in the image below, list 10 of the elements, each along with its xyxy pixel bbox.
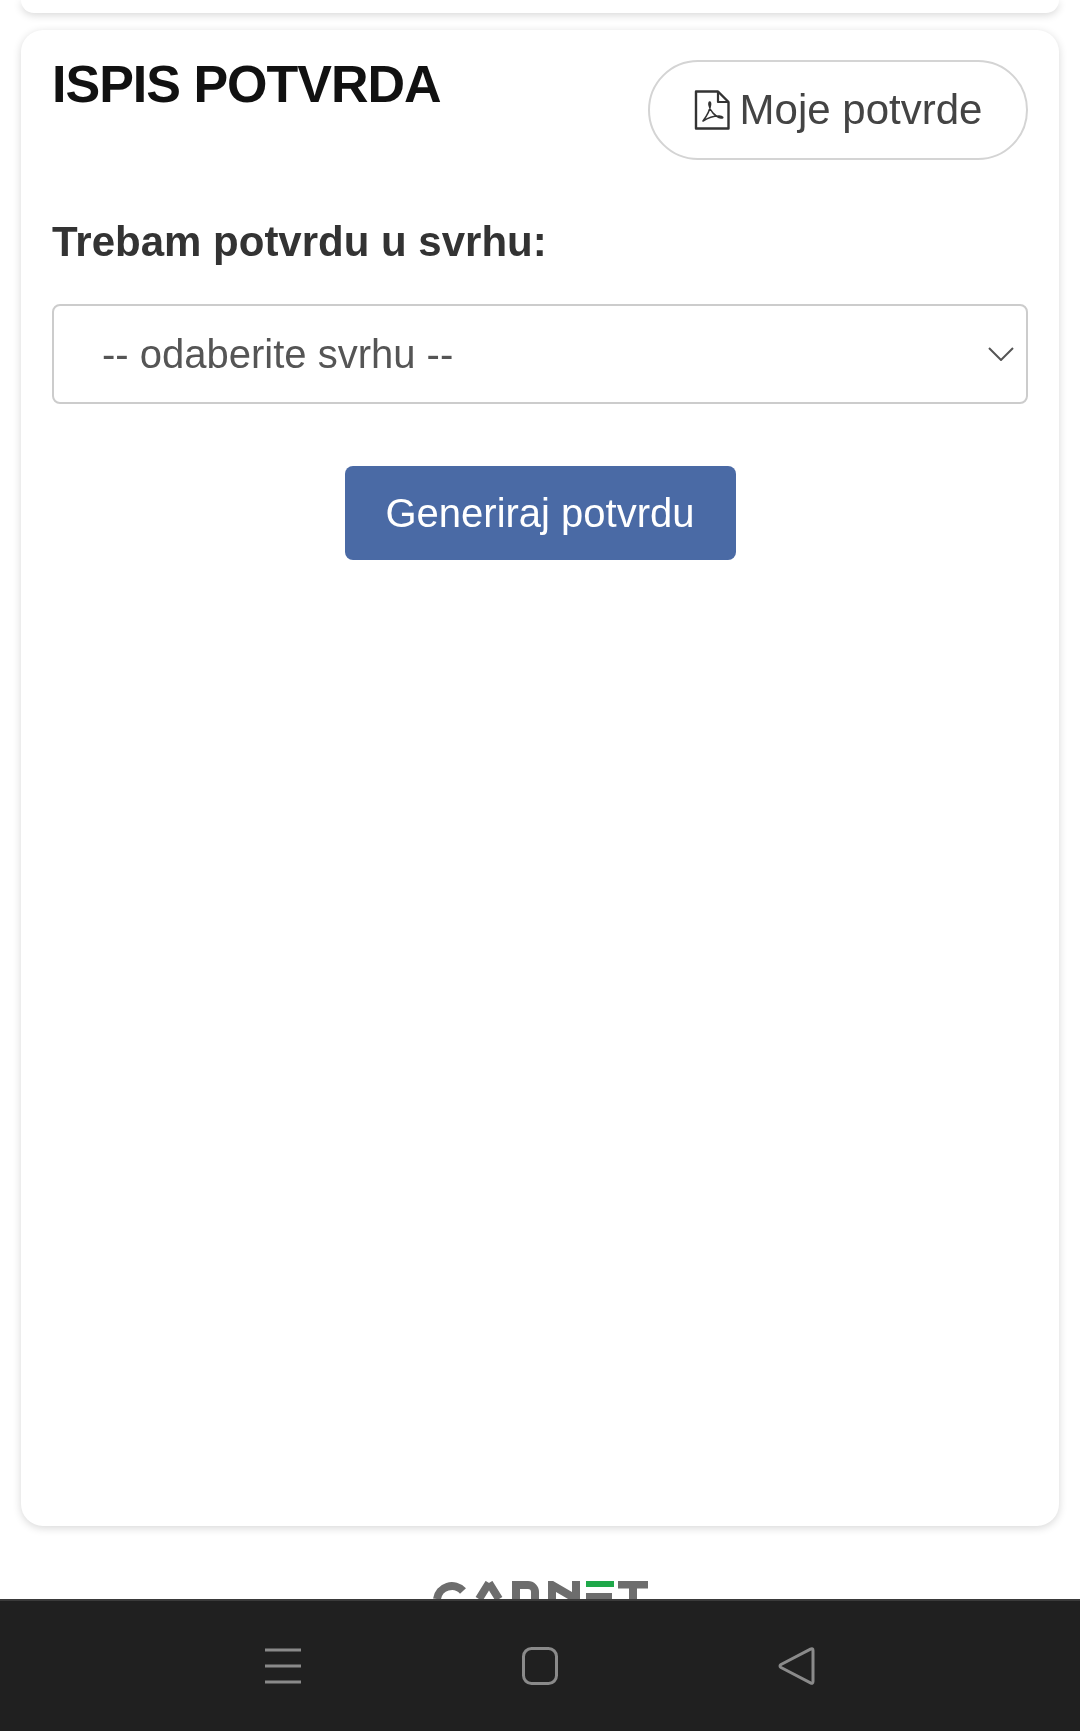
page-title: ISPIS POTVRDA xyxy=(52,54,441,115)
home-square-icon[interactable] xyxy=(520,1647,560,1685)
back-icon[interactable] xyxy=(777,1647,817,1685)
chevron-down-icon xyxy=(988,347,1014,361)
generate-certificate-button[interactable]: Generiraj potvrdu xyxy=(344,466,736,560)
purpose-label: Trebam potvrdu u svrhu: xyxy=(52,217,548,267)
purpose-select[interactable]: -- odaberite svrhu -- xyxy=(52,304,1028,404)
my-certificates-button[interactable]: Moje potvrde xyxy=(648,60,1028,160)
menu-icon[interactable] xyxy=(263,1647,303,1685)
pdf-file-icon xyxy=(693,90,730,130)
